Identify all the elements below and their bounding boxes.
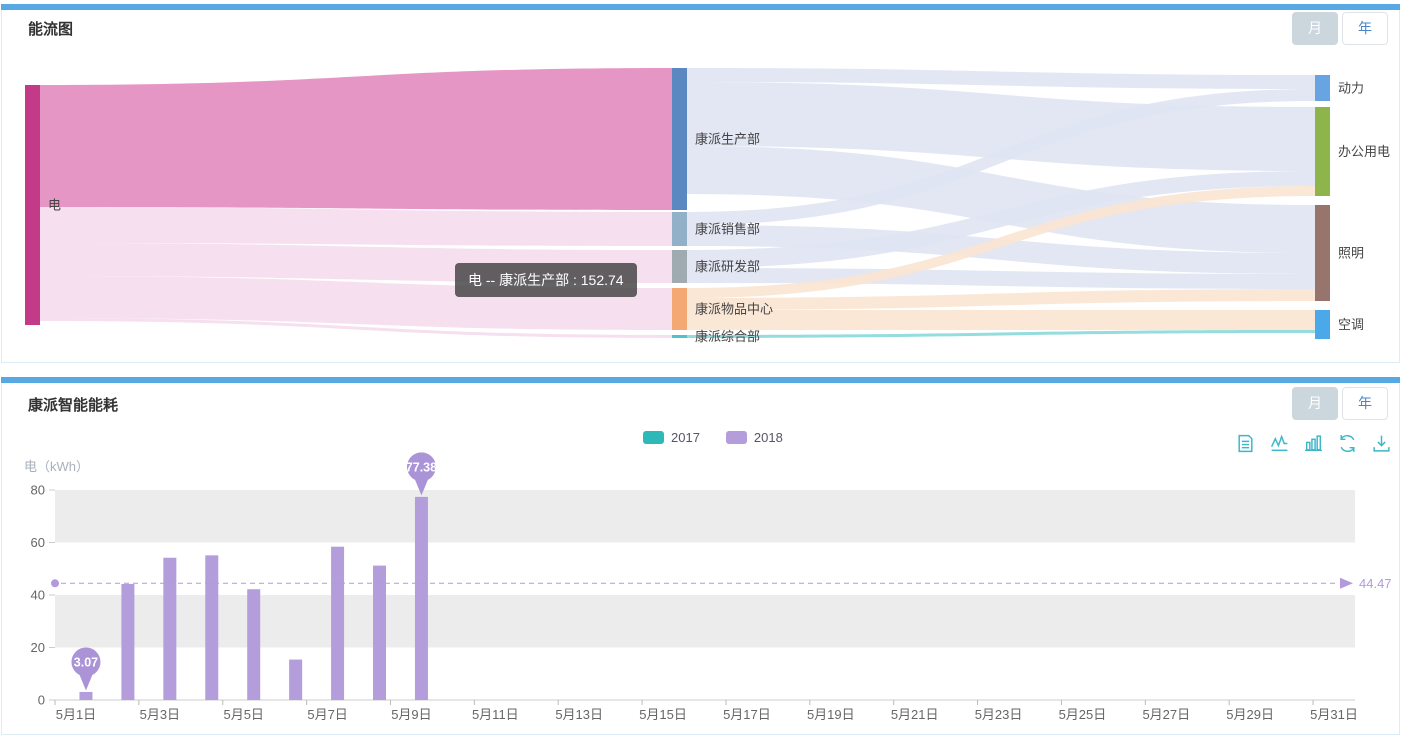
sankey-node-label: 康派物品中心 <box>695 302 773 317</box>
bar-period-toggle: 月 年 <box>1292 387 1388 420</box>
avg-line-value: 44.47 <box>1359 576 1392 591</box>
legend-swatch-2018 <box>726 431 747 444</box>
avg-line-start-dot <box>51 579 59 587</box>
sankey-link[interactable] <box>40 68 672 210</box>
legend-label: 2017 <box>671 430 700 445</box>
sankey-node-label: 康派研发部 <box>695 259 760 274</box>
sankey-node-label: 电 <box>48 198 61 213</box>
y-axis-label: 40 <box>31 588 45 603</box>
x-axis-label: 5月1日 <box>56 707 96 722</box>
bar-2018[interactable] <box>331 547 344 700</box>
bar-2018[interactable] <box>121 584 134 700</box>
sankey-link[interactable] <box>687 310 1315 330</box>
sankey-node-label: 空调 <box>1338 317 1364 332</box>
legend-item-2017[interactable]: 2017 <box>643 430 700 445</box>
y-axis-title: 电（kWh） <box>24 456 89 475</box>
legend-swatch-2017 <box>643 431 664 444</box>
sankey-node[interactable] <box>1315 107 1330 196</box>
year-toggle-button[interactable]: 年 <box>1342 387 1388 420</box>
y-axis-label: 60 <box>31 535 45 550</box>
chart-toolbox <box>1235 433 1392 454</box>
sankey-node-label: 动力 <box>1338 81 1364 96</box>
sankey-node[interactable] <box>1315 205 1330 301</box>
sankey-node-label: 康派综合部 <box>695 329 760 344</box>
bar-2018[interactable] <box>79 692 92 700</box>
data-view-icon[interactable] <box>1235 433 1256 454</box>
svg-text:3.07: 3.07 <box>74 655 98 669</box>
energy-consumption-panel-title: 康派智能能耗 <box>28 394 118 415</box>
bar-chart-icon[interactable] <box>1303 433 1324 454</box>
x-axis-label: 5月23日 <box>975 707 1023 722</box>
x-axis-label: 5月9日 <box>391 707 431 722</box>
sankey-node[interactable] <box>672 335 687 338</box>
x-axis-label: 5月29日 <box>1226 707 1274 722</box>
sankey-node[interactable] <box>672 212 687 246</box>
sankey-node[interactable] <box>672 250 687 283</box>
sankey-node-label: 照明 <box>1338 246 1364 261</box>
x-axis-label: 5月15日 <box>639 707 687 722</box>
grid-band <box>55 490 1355 543</box>
sankey-node[interactable] <box>672 288 687 330</box>
x-axis-label: 5月25日 <box>1059 707 1107 722</box>
value-marker: 77.38 <box>406 452 437 495</box>
bar-2018[interactable] <box>415 497 428 700</box>
x-axis-label: 5月7日 <box>307 707 347 722</box>
sankey-node[interactable] <box>1315 75 1330 101</box>
refresh-icon[interactable] <box>1337 433 1358 454</box>
x-axis-label: 5月5日 <box>223 707 263 722</box>
x-axis-label: 5月19日 <box>807 707 855 722</box>
sankey-node-label: 康派销售部 <box>695 222 760 237</box>
month-toggle-button[interactable]: 月 <box>1292 12 1338 45</box>
sankey-tooltip: 电 -- 康派生产部 : 152.74 <box>455 263 637 297</box>
x-axis-label: 5月11日 <box>472 707 519 722</box>
x-axis-label: 5月3日 <box>140 707 180 722</box>
svg-text:77.38: 77.38 <box>406 460 437 474</box>
sankey-link[interactable] <box>687 330 1315 338</box>
y-axis-label: 20 <box>31 640 45 655</box>
sankey-node[interactable] <box>672 68 687 210</box>
download-icon[interactable] <box>1371 433 1392 454</box>
x-axis-label: 5月21日 <box>891 707 939 722</box>
legend-item-2018[interactable]: 2018 <box>726 430 783 445</box>
sankey-node-label: 办公用电 <box>1338 144 1390 159</box>
y-axis-label: 0 <box>38 693 45 708</box>
bar-2018[interactable] <box>205 555 218 700</box>
chart-legend: 2017 2018 <box>643 430 783 445</box>
x-axis-label: 5月17日 <box>723 707 771 722</box>
year-toggle-button[interactable]: 年 <box>1342 12 1388 45</box>
bar-2018[interactable] <box>373 566 386 700</box>
legend-label: 2018 <box>754 430 783 445</box>
bar-2018[interactable] <box>289 660 302 700</box>
sankey-link[interactable] <box>40 207 672 246</box>
y-axis-label: 80 <box>31 483 45 498</box>
x-axis-label: 5月13日 <box>555 707 603 722</box>
value-marker: 3.07 <box>71 647 100 690</box>
sankey-period-toggle: 月 年 <box>1292 12 1388 45</box>
avg-line-arrow <box>1340 578 1353 589</box>
sankey-diagram: 电 康派生产部康派销售部康派研发部康派物品中心康派综合部 动力办公用电照明空调 <box>0 0 1402 362</box>
energy-flow-panel-title: 能流图 <box>28 18 73 39</box>
line-chart-icon[interactable] <box>1269 433 1290 454</box>
month-toggle-button[interactable]: 月 <box>1292 387 1338 420</box>
x-axis-label: 5月31日 <box>1310 707 1358 722</box>
sankey-node[interactable] <box>25 85 40 325</box>
bar-2018[interactable] <box>163 558 176 700</box>
x-axis-label: 5月27日 <box>1142 707 1190 722</box>
sankey-node-label: 康派生产部 <box>695 132 760 147</box>
bar-2018[interactable] <box>247 589 260 700</box>
sankey-node[interactable] <box>1315 310 1330 339</box>
